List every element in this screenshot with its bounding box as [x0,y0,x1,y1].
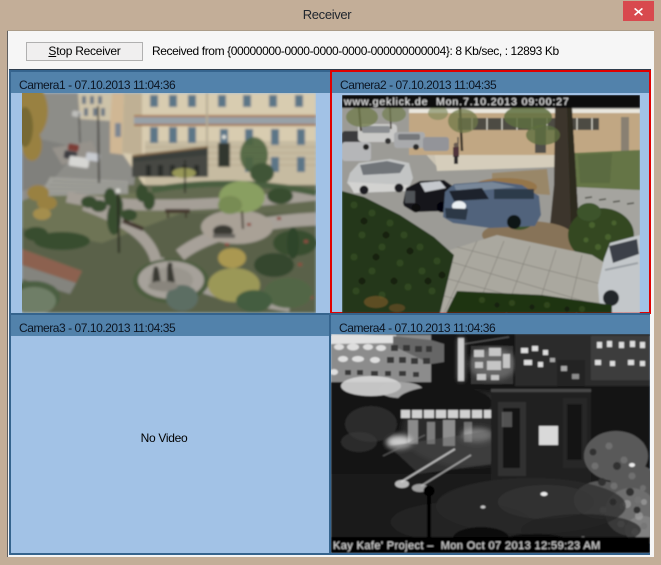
svg-text:www.geklick.de Mon.7.10.2013: www.geklick.de Mon.7.10.2013 09:00:27 [343,96,570,108]
svg-text:Kay Kafe' Project – Mon Oct 0: Kay Kafe' Project – Mon Oct 07 2013 12:5… [333,540,601,552]
